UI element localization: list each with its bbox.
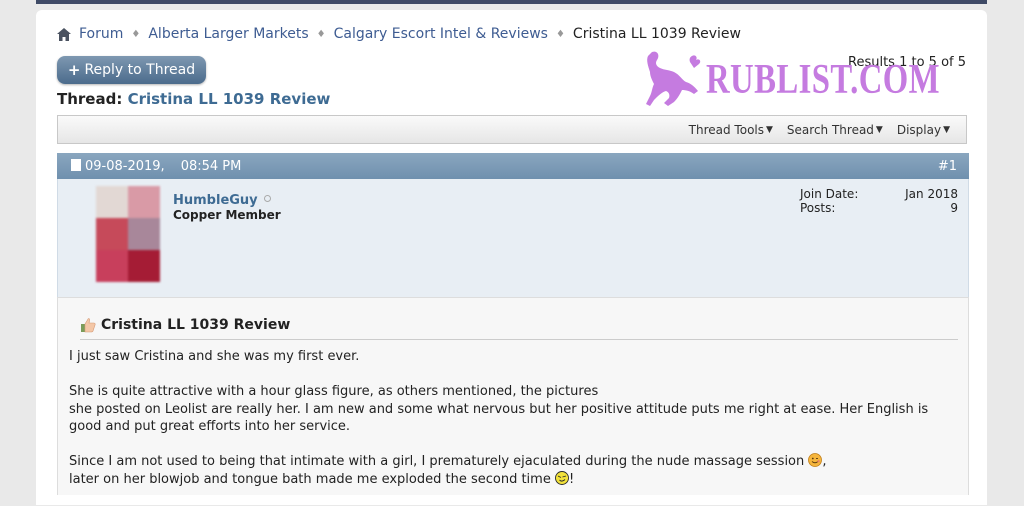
offline-status-icon — [263, 195, 271, 202]
thread-tools-label: Thread Tools — [688, 122, 764, 137]
join-date-row: Join Date: Jan 2018 — [800, 187, 958, 201]
post-title-text: Cristina LL 1039 Review — [101, 317, 291, 333]
diamond-separator-icon: ♦ — [316, 28, 326, 40]
post-time: 08:54 PM — [180, 158, 242, 174]
thumbs-up-icon — [81, 318, 96, 333]
caret-down-icon: ▼ — [875, 124, 883, 135]
top-navbar-edge — [36, 0, 987, 4]
post-header: 09-08-2019, 08:54 PM #1 — [57, 153, 969, 179]
post-body: I just saw Cristina and she was my first… — [69, 348, 959, 506]
username-link[interactable]: HumbleGuy — [173, 193, 271, 208]
post-document-icon — [71, 159, 81, 171]
posts-row: Posts: 9 — [800, 201, 958, 215]
reply-button-label: Reply to Thread — [84, 62, 196, 78]
user-stats: Join Date: Jan 2018 Posts: 9 — [800, 187, 958, 215]
thread-heading: Thread: Cristina LL 1039 Review — [57, 90, 330, 108]
caret-down-icon: ▼ — [766, 124, 773, 135]
post-line: she posted on Leolist are really her. I … — [69, 401, 929, 435]
post-paragraph: She is quite attractive with a hour glas… — [69, 383, 959, 436]
posts-label: Posts: — [800, 201, 836, 215]
post-date: 09-08-2019, — [85, 158, 165, 174]
diamond-separator-icon: ♦ — [555, 28, 565, 40]
drool-smiley-icon — [555, 470, 569, 485]
user-title: Copper Member — [173, 208, 281, 222]
join-date-value: Jan 2018 — [905, 187, 958, 201]
post-line: later on her blowjob and tongue bath mad… — [69, 471, 551, 487]
display-menu[interactable]: Display ▼ — [897, 123, 950, 137]
avatar[interactable] — [96, 186, 160, 282]
thread-tools-menu[interactable]: Thread Tools ▼ — [689, 123, 773, 137]
post-title: Cristina LL 1039 Review — [80, 317, 290, 333]
breadcrumb-current: Cristina LL 1039 Review — [572, 26, 741, 42]
reply-to-thread-button[interactable]: + Reply to Thread — [57, 56, 206, 84]
post-number-link[interactable]: #1 — [938, 159, 957, 174]
breadcrumb-calgary-reviews[interactable]: Calgary Escort Intel & Reviews — [334, 26, 548, 42]
breadcrumb: Forum ♦ Alberta Larger Markets ♦ Calgary… — [57, 24, 741, 44]
post-line: She is quite attractive with a hour glas… — [69, 384, 599, 399]
post-content: Cristina LL 1039 Review I just saw Crist… — [57, 297, 969, 495]
caret-down-icon: ▼ — [943, 124, 950, 135]
post-userinfo: HumbleGuy Copper Member Join Date: Jan 2… — [57, 179, 969, 297]
home-icon[interactable] — [57, 27, 71, 41]
breadcrumb-forum[interactable]: Forum — [79, 26, 123, 42]
join-date-label: Join Date: — [800, 187, 859, 201]
watermark-text: RUBLIST.COM — [706, 57, 940, 103]
plus-icon: + — [67, 61, 81, 79]
post-punctuation: ! — [568, 471, 575, 487]
posts-value: 9 — [950, 201, 958, 215]
post-paragraph: Since I am not used to being that intima… — [69, 453, 959, 488]
thread-title-link[interactable]: Cristina LL 1039 Review — [128, 90, 331, 108]
search-thread-label: Search Thread — [786, 122, 874, 137]
thread-label: Thread: — [57, 90, 123, 108]
search-thread-menu[interactable]: Search Thread ▼ — [787, 123, 883, 137]
post-line: Since I am not used to being that intima… — [69, 454, 805, 469]
title-divider — [80, 339, 958, 340]
thread-controls-bar: Thread Tools ▼ Search Thread ▼ Display ▼ — [57, 115, 967, 144]
display-label: Display — [896, 122, 942, 137]
username-text: HumbleGuy — [173, 193, 258, 208]
post-punctuation: , — [822, 454, 827, 469]
rublist-watermark: RUBLIST.COM — [642, 48, 940, 110]
watermark-figure-icon — [646, 51, 701, 106]
post-paragraph: I just saw Cristina and she was my first… — [69, 349, 360, 364]
breadcrumb-alberta-larger-markets[interactable]: Alberta Larger Markets — [148, 26, 308, 42]
wink-smiley-icon — [808, 453, 823, 467]
diamond-separator-icon: ♦ — [131, 28, 141, 40]
